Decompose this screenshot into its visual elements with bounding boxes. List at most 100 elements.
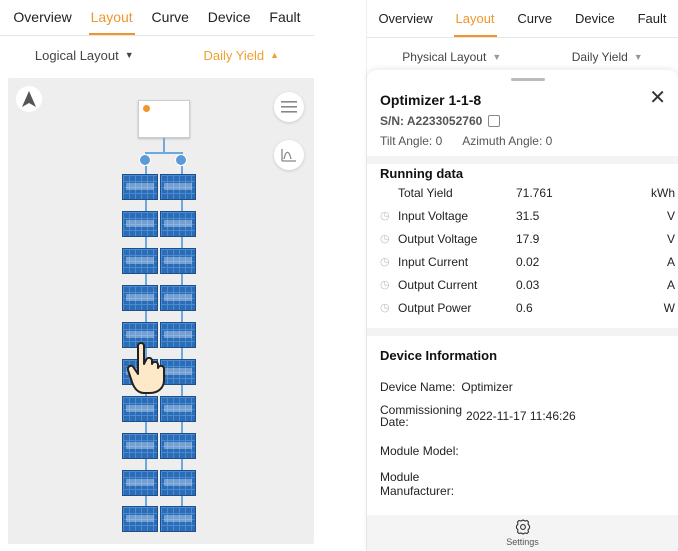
row-unit: W: [663, 301, 675, 315]
serial-number-text: S/N: A2233052760: [380, 114, 483, 128]
optimizer-panel[interactable]: [122, 285, 158, 311]
panel-value-tag: [164, 183, 192, 190]
layout-dropdown[interactable]: Logical Layout ▼: [35, 48, 134, 63]
sheet-drag-handle[interactable]: [511, 78, 545, 81]
device-name-value: Optimizer: [461, 380, 513, 394]
module-manufacturer-label: Module: [380, 470, 420, 484]
azimuth-angle: Azimuth Angle: 0: [462, 134, 553, 148]
tab-layout[interactable]: Layout: [88, 0, 135, 36]
commissioning-row: Commissioning Date: 2022-11-17 11:46:26: [380, 404, 576, 428]
compass-icon[interactable]: [16, 86, 42, 112]
tab-layout[interactable]: Layout: [453, 0, 497, 38]
tab-device[interactable]: Device: [573, 0, 617, 38]
row-value: 31.5: [516, 209, 540, 223]
panel-value-tag: [164, 220, 192, 227]
metric-dropdown-label: Daily Yield: [203, 47, 265, 63]
data-row-output-voltage: ◷ Output Voltage 17.9 V: [380, 229, 677, 249]
optimizer-detail-sheet: Optimizer 1-1-8 ✕ S/N: A2233052760 Tilt …: [367, 70, 678, 551]
panel-value-tag: [164, 405, 192, 412]
tab-fault[interactable]: Fault: [636, 0, 669, 38]
data-row-input-current: ◷ Input Current 0.02 A: [380, 252, 677, 272]
layout-canvas[interactable]: [8, 78, 314, 544]
optimizer-panel[interactable]: [122, 248, 158, 274]
optimizer-panel[interactable]: [160, 433, 196, 459]
panel-value-tag: [164, 294, 192, 301]
list-icon: [281, 101, 297, 113]
tab-overview[interactable]: Overview: [11, 0, 73, 36]
settings-bar[interactable]: Settings: [367, 515, 678, 551]
tab-overview[interactable]: Overview: [376, 0, 434, 38]
tab-curve[interactable]: Curve: [515, 0, 554, 38]
panel-value-tag: [126, 183, 154, 190]
list-view-button[interactable]: [274, 92, 304, 122]
settings-label: Settings: [506, 537, 539, 547]
optimizer-panel[interactable]: [122, 433, 158, 459]
panel-value-tag: [126, 220, 154, 227]
row-unit: kWh: [651, 186, 675, 200]
optimizer-panel[interactable]: [122, 174, 158, 200]
curve-icon: [281, 149, 296, 162]
row-unit: V: [666, 209, 675, 223]
inverter-status-dot: [143, 105, 150, 112]
data-row-input-voltage: ◷ Input Voltage 31.5 V: [380, 206, 677, 226]
device-name-row: Device Name: Optimizer: [380, 380, 513, 394]
optimizer-panel[interactable]: [122, 211, 158, 237]
metric-dropdown[interactable]: Daily Yield ▲: [203, 48, 279, 63]
close-icon[interactable]: ✕: [649, 88, 666, 108]
panel-value-tag: [126, 294, 154, 301]
module-model-row: Module Model:: [380, 444, 459, 458]
caret-down-icon: ▼: [124, 50, 134, 60]
row-label: Output Current: [398, 278, 478, 292]
data-row-output-current: ◷ Output Current 0.03 A: [380, 275, 677, 295]
optimizer-panel[interactable]: [122, 396, 158, 422]
row-unit: A: [666, 255, 675, 269]
clock-icon: ◷: [380, 233, 390, 245]
optimizer-panel[interactable]: [160, 396, 196, 422]
connector-line: [163, 138, 165, 152]
clock-icon: ◷: [380, 256, 390, 268]
metric-dropdown[interactable]: Daily Yield ▼: [572, 50, 643, 64]
angles-row: Tilt Angle: 0 Azimuth Angle: 0: [380, 134, 552, 148]
copy-icon[interactable]: [488, 115, 501, 127]
row-value: 0.03: [516, 278, 540, 292]
module-manufacturer-row: Module Manufacturer:: [380, 470, 454, 498]
tab-device[interactable]: Device: [206, 0, 253, 36]
optimizer-panel[interactable]: [160, 285, 196, 311]
optimizer-panel[interactable]: [160, 174, 196, 200]
row-label: Output Power: [398, 301, 472, 315]
tab-fault[interactable]: Fault: [267, 0, 302, 36]
row-unit: V: [666, 232, 675, 246]
layout-dropdown-label: Logical Layout: [34, 47, 119, 63]
mppt-node-1[interactable]: [139, 154, 151, 166]
mppt-node-2[interactable]: [175, 154, 187, 166]
metric-dropdown-label: Daily Yield: [571, 50, 628, 64]
right-tab-bar: Overview Layout Curve Device Fault: [367, 0, 678, 38]
optimizer-panel[interactable]: [160, 506, 196, 532]
left-tab-bar: Overview Layout Curve Device Fault: [0, 0, 314, 36]
panel-value-tag: [126, 479, 154, 486]
panel-value-tag: [164, 479, 192, 486]
panel-value-tag: [126, 405, 154, 412]
panel-value-tag: [164, 515, 192, 522]
optimizer-panel[interactable]: [160, 211, 196, 237]
section-divider: [367, 156, 678, 164]
optimizer-panel[interactable]: [160, 470, 196, 496]
clock-icon: ◷: [380, 302, 390, 314]
layout-dropdown[interactable]: Physical Layout ▼: [402, 50, 501, 64]
panel-value-tag: [164, 257, 192, 264]
curve-view-button[interactable]: [274, 140, 304, 170]
module-manufacturer-label-2: Manufacturer:: [380, 484, 455, 498]
optimizer-panel[interactable]: [160, 248, 196, 274]
optimizer-panel[interactable]: [122, 470, 158, 496]
optimizer-panel[interactable]: [122, 506, 158, 532]
tab-curve[interactable]: Curve: [150, 0, 191, 36]
row-unit: A: [666, 278, 675, 292]
row-label: Input Current: [398, 255, 469, 269]
data-row-total-yield: Total Yield 71.761 kWh: [380, 183, 677, 203]
panel-value-tag: [164, 331, 192, 338]
pointer-hand-icon: [126, 340, 170, 399]
row-value: 71.761: [516, 186, 553, 200]
row-label: Input Voltage: [398, 209, 469, 223]
layout-dropdown-label: Physical Layout: [402, 50, 487, 64]
inverter-node[interactable]: [138, 100, 190, 138]
